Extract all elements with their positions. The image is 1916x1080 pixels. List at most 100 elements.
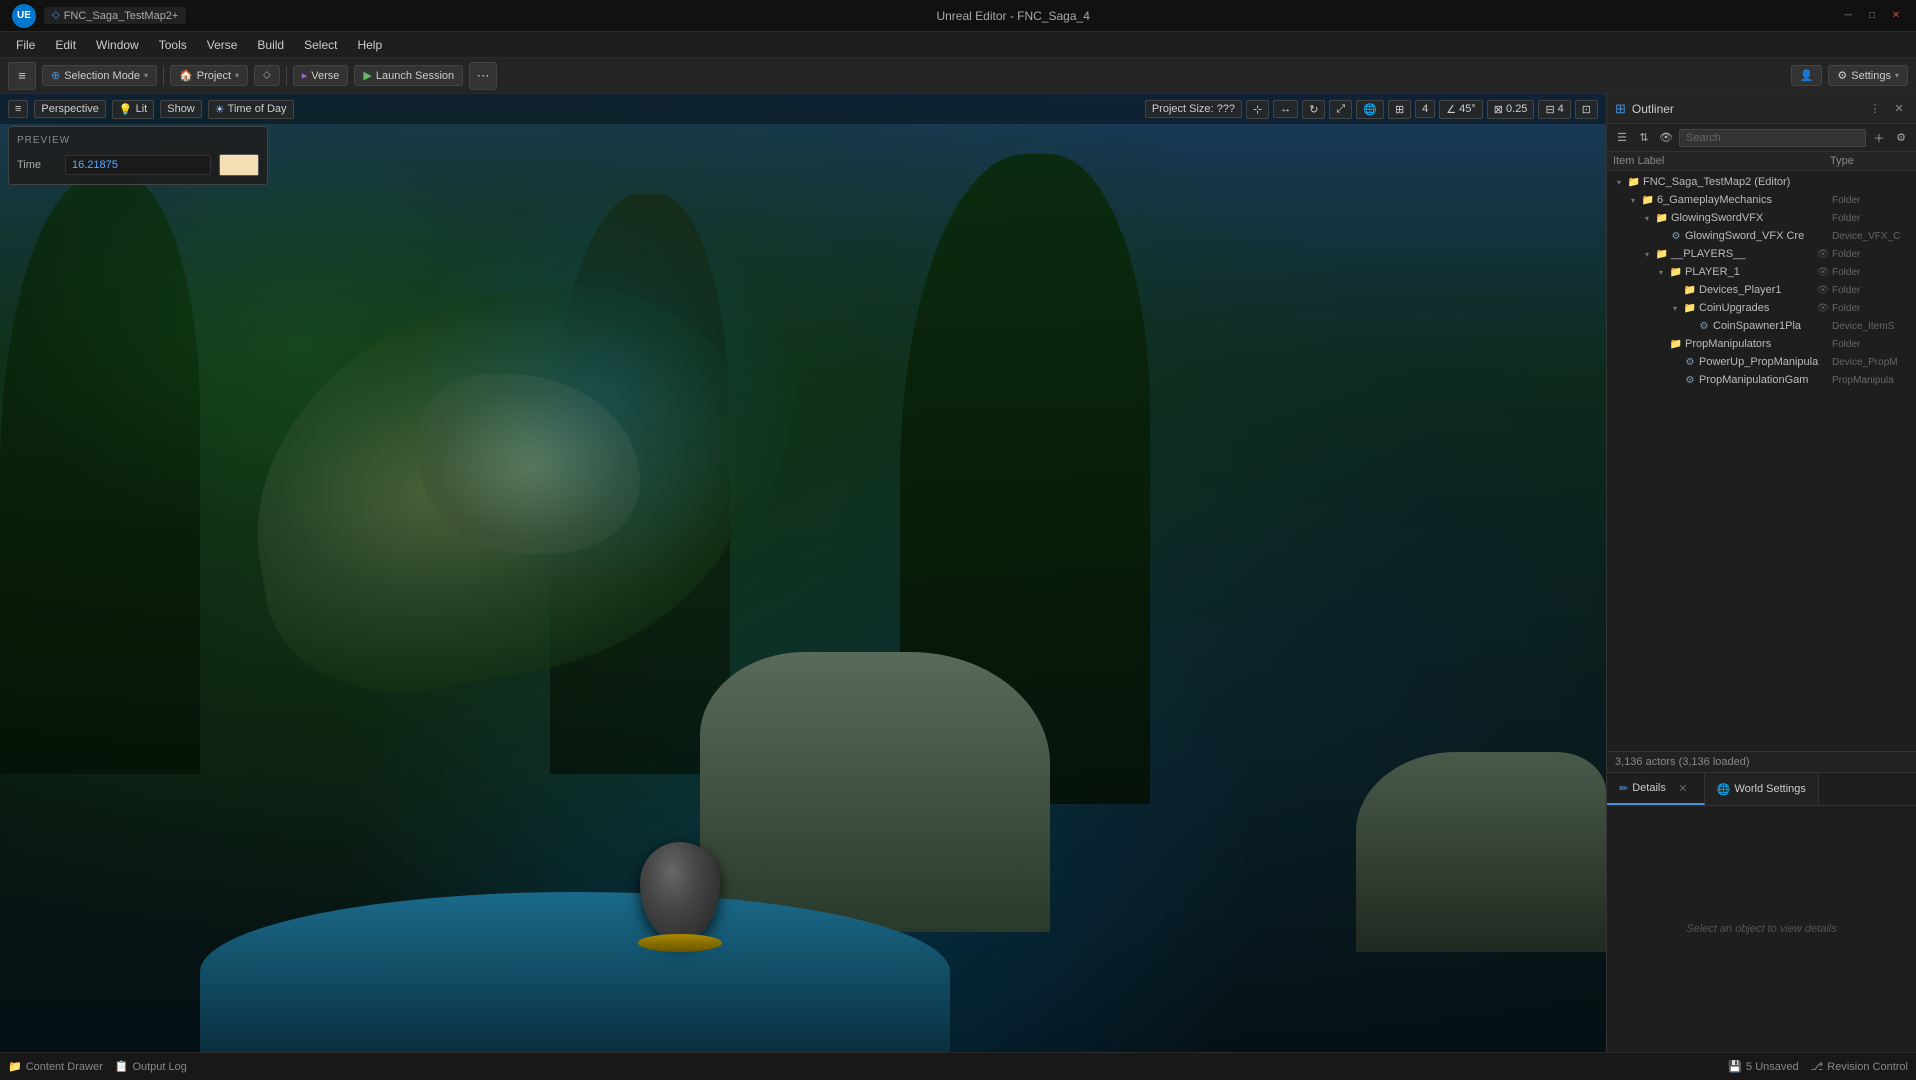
- tree-item[interactable]: ⚙ PowerUp_PropManipula Device_PropM: [1607, 353, 1916, 371]
- preview-time-value[interactable]: 16.21875: [65, 155, 211, 175]
- tree-item-icon: 📁: [1669, 337, 1683, 351]
- outliner-sort-btn[interactable]: ⇅: [1635, 129, 1653, 147]
- tree-arrow-icon: ▾: [1669, 302, 1681, 314]
- toolbar-sep-2: [286, 66, 287, 86]
- menu-edit[interactable]: Edit: [47, 36, 84, 54]
- tree-item[interactable]: ⚙ CoinSpawner1Pla Device_ItemS: [1607, 317, 1916, 335]
- visibility-icon[interactable]: 👁: [1816, 301, 1830, 315]
- translate-tool[interactable]: ↔: [1273, 100, 1298, 118]
- minimize-button[interactable]: ─: [1840, 8, 1856, 24]
- visibility-icon[interactable]: 👁: [1816, 283, 1830, 297]
- tree-arrow-icon: ▾: [1641, 212, 1653, 224]
- more-options-btn[interactable]: ⋯: [469, 62, 497, 90]
- artifact-base: [638, 934, 722, 952]
- outliner-filter-btn[interactable]: ☰: [1613, 129, 1631, 147]
- hamburger-menu[interactable]: ≡: [8, 62, 36, 90]
- revision-label: Revision Control: [1827, 1061, 1908, 1073]
- rotate-tool[interactable]: ↻: [1302, 100, 1325, 119]
- preview-color-swatch[interactable]: [219, 154, 259, 176]
- grid-size[interactable]: 4: [1415, 100, 1435, 118]
- project-tab[interactable]: ⬦ FNC_Saga_TestMap2+: [44, 7, 186, 24]
- tree-item[interactable]: 📁 Devices_Player1 👁 Folder: [1607, 281, 1916, 299]
- tree-item[interactable]: ▾ 📁 CoinUpgrades 👁 Folder: [1607, 299, 1916, 317]
- selection-mode-btn[interactable]: ⊕ Selection Mode ▾: [42, 65, 157, 86]
- details-tab[interactable]: ✏ Details ✕: [1607, 773, 1705, 805]
- visibility-icon[interactable]: 👁: [1816, 247, 1830, 261]
- world-settings-vp[interactable]: 🌐: [1356, 100, 1384, 119]
- revision-control-btn[interactable]: ⎇ Revision Control: [1811, 1060, 1908, 1073]
- tree-item[interactable]: ▾ 📁 6_GameplayMechanics Folder: [1607, 191, 1916, 209]
- visibility-icon[interactable]: 👁: [1816, 265, 1830, 279]
- main-area: ≡ Perspective 💡 Lit Show ☀ Time of Day P…: [0, 94, 1916, 1052]
- tree-item-icon: 📁: [1641, 193, 1655, 207]
- viewport[interactable]: ≡ Perspective 💡 Lit Show ☀ Time of Day P…: [0, 94, 1606, 1052]
- outliner-search-input[interactable]: [1679, 129, 1866, 147]
- show-btn[interactable]: Show: [160, 100, 202, 118]
- tree-item[interactable]: ⚙ PropManipulationGam PropManipula: [1607, 371, 1916, 389]
- tree-item-type: Device_ItemS: [1832, 321, 1912, 332]
- tree-item[interactable]: ▾ 📁 PLAYER_1 👁 Folder: [1607, 263, 1916, 281]
- tree-item[interactable]: ⚙ GlowingSword_VFX Cre Device_VFX_C: [1607, 227, 1916, 245]
- scale-snap[interactable]: ⊠ 0.25: [1487, 100, 1535, 119]
- outliner-eye-btn[interactable]: 👁: [1657, 129, 1675, 147]
- project-label: Project: [197, 70, 231, 82]
- angle-snap[interactable]: ∠ 45°: [1439, 100, 1483, 119]
- close-button[interactable]: ✕: [1888, 8, 1904, 24]
- tree-item-label: GlowingSword_VFX Cre: [1685, 230, 1830, 242]
- verse-label: Verse: [311, 70, 339, 82]
- details-content: Select an object to view details: [1607, 806, 1916, 1052]
- menu-verse[interactable]: Verse: [199, 36, 246, 54]
- tree-item-label: CoinUpgrades: [1699, 302, 1814, 314]
- launch-icon: ▶: [363, 69, 371, 82]
- preview-time-row: Time 16.21875: [17, 154, 259, 176]
- tree-item[interactable]: 📁 PropManipulators Folder: [1607, 335, 1916, 353]
- outliner-settings-btn[interactable]: ⚙: [1892, 129, 1910, 147]
- verse-btn[interactable]: ▸ Verse: [293, 65, 349, 86]
- translate-icon: ↔: [1280, 103, 1291, 115]
- unsaved-status[interactable]: 💾 5 Unsaved: [1728, 1060, 1798, 1073]
- settings-btn[interactable]: ⚙ Settings ▾: [1828, 65, 1908, 86]
- outliner-close-btn[interactable]: ✕: [1890, 100, 1908, 118]
- scale-tool[interactable]: ⤢: [1329, 100, 1352, 119]
- angle-value: 45°: [1459, 103, 1476, 115]
- grid-lines[interactable]: ⊟ 4: [1538, 100, 1570, 119]
- tree-item[interactable]: ▾ 📁 __PLAYERS__ 👁 Folder: [1607, 245, 1916, 263]
- menu-help[interactable]: Help: [349, 36, 390, 54]
- menu-select[interactable]: Select: [296, 36, 345, 54]
- outliner-options-btn[interactable]: ⋮: [1866, 100, 1884, 118]
- lit-btn[interactable]: 💡 Lit: [112, 100, 154, 119]
- project-btn[interactable]: 🏠 Project ▾: [170, 65, 248, 86]
- grid-size-value: 4: [1422, 103, 1428, 115]
- rock-mountain: [700, 652, 1050, 932]
- content-drawer-btn[interactable]: 📁 Content Drawer: [8, 1060, 103, 1073]
- perspective-btn[interactable]: Perspective: [34, 100, 105, 118]
- outliner-add-btn[interactable]: ＋: [1870, 129, 1888, 147]
- output-log-btn[interactable]: 📋 Output Log: [115, 1060, 187, 1073]
- time-of-day-btn[interactable]: ☀ Time of Day: [208, 100, 294, 119]
- launch-label: Launch Session: [376, 70, 454, 82]
- tree-item[interactable]: ▾ 📁 FNC_Saga_TestMap2 (Editor): [1607, 173, 1916, 191]
- viewport-menu-btn[interactable]: ≡: [8, 100, 28, 118]
- menu-tools[interactable]: Tools: [151, 36, 195, 54]
- select-tool[interactable]: ⊹: [1246, 100, 1269, 119]
- outliner-toolbar: ☰ ⇅ 👁 ＋ ⚙: [1607, 124, 1916, 152]
- launch-session-btn[interactable]: ▶ Launch Session: [354, 65, 463, 86]
- tree-item-icon: 📁: [1669, 265, 1683, 279]
- tree-item-label: PropManipulationGam: [1699, 374, 1830, 386]
- viewport-layout[interactable]: ⊡: [1575, 100, 1598, 119]
- maximize-button[interactable]: □: [1864, 8, 1880, 24]
- content-quick-btn[interactable]: ⬦: [254, 65, 280, 86]
- details-close-btn[interactable]: ✕: [1674, 779, 1692, 797]
- scale-snap-icon: ⊠: [1494, 103, 1503, 116]
- tree-item-type: Device_PropM: [1832, 357, 1912, 368]
- details-header: ✏ Details ✕ 🌐 World Settings: [1607, 773, 1916, 806]
- menu-file[interactable]: File: [8, 36, 43, 54]
- world-settings-tab[interactable]: 🌐 World Settings: [1705, 773, 1819, 805]
- user-icon-btn[interactable]: 👤: [1791, 65, 1823, 86]
- toolbar-sep-1: [163, 66, 164, 86]
- menu-window[interactable]: Window: [88, 36, 147, 54]
- unsaved-label: 5 Unsaved: [1746, 1061, 1799, 1073]
- menu-build[interactable]: Build: [249, 36, 292, 54]
- tree-item[interactable]: ▾ 📁 GlowingSwordVFX Folder: [1607, 209, 1916, 227]
- snap-settings[interactable]: ⊞: [1388, 100, 1411, 119]
